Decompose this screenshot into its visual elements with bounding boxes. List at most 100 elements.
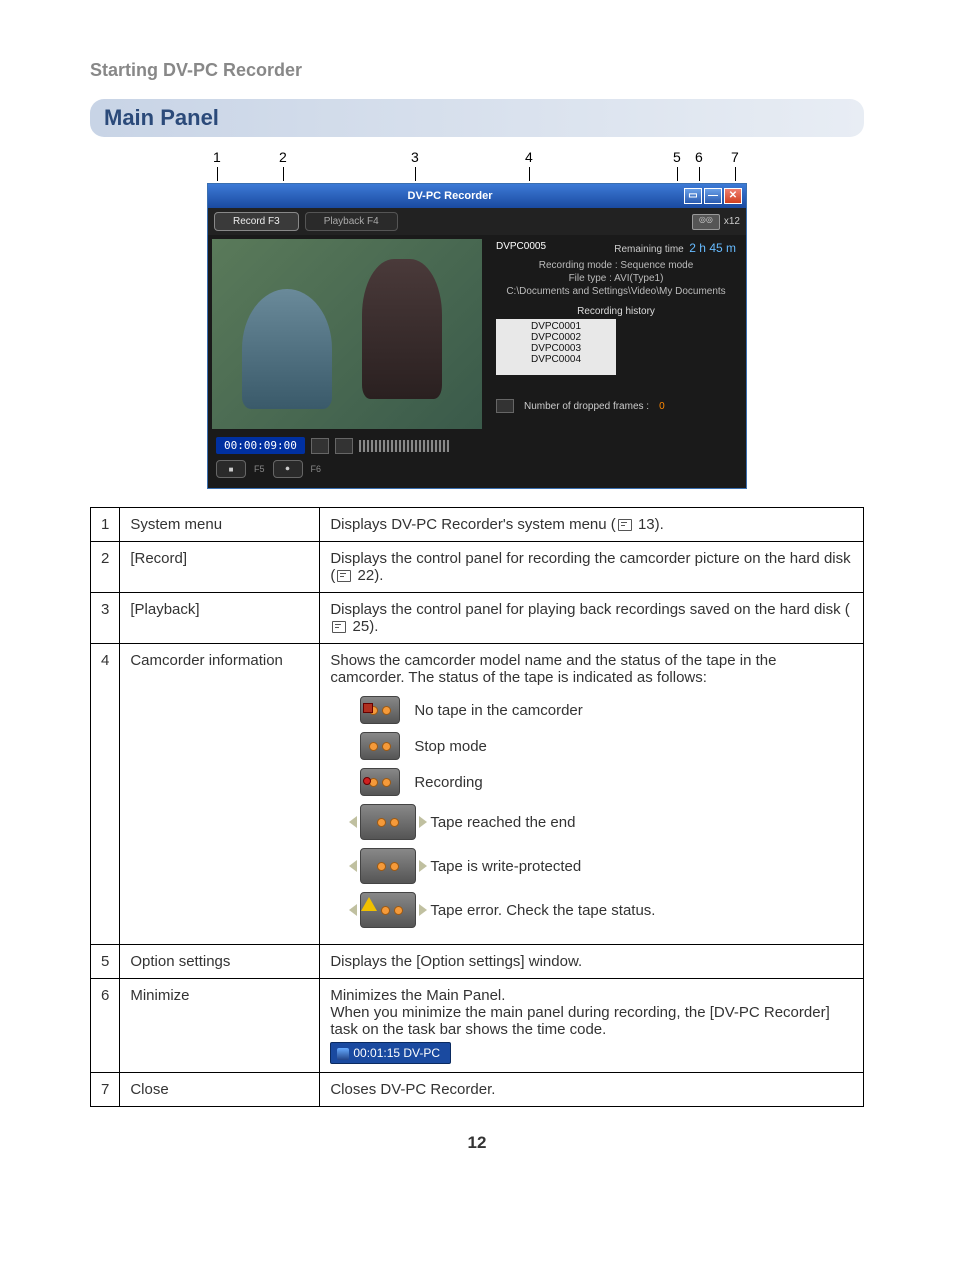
history-item: DVPC0004 [500,354,612,365]
status-tape-end-icon [360,804,416,840]
tab-record[interactable]: Record F3 [214,212,299,231]
history-label: Recording history [496,306,736,317]
page-ref-icon [337,570,351,582]
tab-row: Record F3 Playback F4 ◎◎ x12 [208,208,746,235]
status-label: No tape in the camcorder [414,702,582,719]
history-item: DVPC0001 [500,321,612,332]
status-write-protected-icon [360,848,416,884]
cell-name: [Playback] [120,593,320,644]
current-file: DVPC0005 [496,241,546,255]
status-label: Tape reached the end [430,814,575,831]
cell-name: [Record] [120,542,320,593]
page-header: Starting DV-PC Recorder [90,60,864,81]
cell-desc: Displays DV-PC Recorder's system menu ( … [320,508,864,542]
timecode: 00:00:09:00 [216,437,305,454]
desc-text: Displays the control panel for playing b… [330,601,849,618]
window-title: DV-PC Recorder [212,190,682,202]
cell-num: 7 [91,1073,120,1107]
table-row: 5 Option settings Displays the [Option s… [91,945,864,979]
close-icon[interactable]: ✕ [724,188,742,204]
desc-text: 22). [353,567,383,584]
table-row: 4 Camcorder information Shows the camcor… [91,644,864,945]
tape-info: ◎◎ x12 [692,214,740,230]
table-row: 1 System menu Displays DV-PC Recorder's … [91,508,864,542]
status-label: Recording [414,774,482,791]
cell-num: 5 [91,945,120,979]
cell-num: 4 [91,644,120,945]
page-number: 12 [90,1133,864,1153]
status-label: Stop mode [414,738,487,755]
minimize-icon[interactable]: — [704,188,722,204]
meta-mode: Recording mode : Sequence mode [496,259,736,272]
level-meter [359,440,449,452]
meta-path: C:\Documents and Settings\Video\My Docum… [496,285,736,298]
remaining-label: Remaining time [614,244,683,255]
chip-icon [337,1048,349,1060]
callout-2: 2 [279,149,287,165]
app-window: DV-PC Recorder ▭ — ✕ Record F3 Playback … [207,183,747,489]
record-button[interactable]: ⏺ [273,460,303,478]
table-row: 6 Minimize Minimizes the Main Panel. Whe… [91,979,864,1073]
video-preview [212,239,482,429]
disc-icon[interactable] [311,438,329,454]
play-icon[interactable] [496,399,514,413]
taskbar-chip: 00:01:15 DV-PC [330,1042,451,1064]
options-icon[interactable]: ▭ [684,188,702,204]
description-table: 1 System menu Displays DV-PC Recorder's … [90,507,864,1107]
f6-label: F6 [311,464,322,474]
table-row: 7 Close Closes DV-PC Recorder. [91,1073,864,1107]
dropped-value: 0 [659,401,665,412]
status-recording-icon [360,768,400,796]
cell-name: Minimize [120,979,320,1073]
cell-num: 3 [91,593,120,644]
cell-num: 6 [91,979,120,1073]
history-list[interactable]: DVPC0001 DVPC0002 DVPC0003 DVPC0004 [496,319,616,375]
cell-num: 2 [91,542,120,593]
status-stop-icon [360,732,400,760]
callout-7: 7 [731,149,739,165]
page-ref-icon [332,621,346,633]
callout-4: 4 [525,149,533,165]
f5-label: F5 [254,464,265,474]
cell-desc: Displays the [Option settings] window. [320,945,864,979]
callout-5: 5 [673,149,681,165]
section-title: Main Panel [90,99,864,137]
figure: 1 2 3 4 5 6 7 DV-PC Recorder ▭ — ✕ Recor… [90,149,864,489]
tape-mult: x12 [724,216,740,227]
cell-desc: Minimizes the Main Panel. When you minim… [320,979,864,1073]
cell-num: 1 [91,508,120,542]
meta-filetype: File type : AVI(Type1) [496,272,736,285]
history-item: DVPC0002 [500,332,612,343]
dropped-label: Number of dropped frames : [524,401,649,412]
nav-icon[interactable] [335,438,353,454]
cell-name: Camcorder information [120,644,320,945]
cell-desc: Displays the control panel for recording… [320,542,864,593]
page-ref-icon [618,519,632,531]
status-label: Tape error. Check the tape status. [430,902,655,919]
table-row: 3 [Playback] Displays the control panel … [91,593,864,644]
cell-name: Close [120,1073,320,1107]
callout-1: 1 [213,149,221,165]
stop-button[interactable]: ■ [216,460,246,478]
bottom-controls: 00:00:09:00 ■ F5 ⏺ F6 [208,433,746,488]
desc-intro: Shows the camcorder model name and the s… [330,652,853,686]
cell-desc: Shows the camcorder model name and the s… [320,644,864,945]
status-no-tape-icon [360,696,400,724]
cell-desc: Closes DV-PC Recorder. [320,1073,864,1107]
side-panel: DVPC0005 Remaining time 2 h 45 m Recordi… [486,235,746,433]
table-row: 2 [Record] Displays the control panel fo… [91,542,864,593]
callout-numbers: 1 2 3 4 5 6 7 [207,149,747,183]
desc-text: Displays DV-PC Recorder's system menu ( [330,516,615,533]
history-item: DVPC0003 [500,343,612,354]
tape-icon: ◎◎ [692,214,720,230]
status-label: Tape is write-protected [430,858,581,875]
remaining-value: 2 h 45 m [689,241,736,255]
tab-playback[interactable]: Playback F4 [305,212,398,231]
titlebar: DV-PC Recorder ▭ — ✕ [208,184,746,208]
cell-name: System menu [120,508,320,542]
cell-name: Option settings [120,945,320,979]
desc-text: 13). [634,516,664,533]
desc-text: Minimizes the Main Panel. When you minim… [330,987,853,1038]
cell-desc: Displays the control panel for playing b… [320,593,864,644]
desc-text: 25). [348,618,378,635]
